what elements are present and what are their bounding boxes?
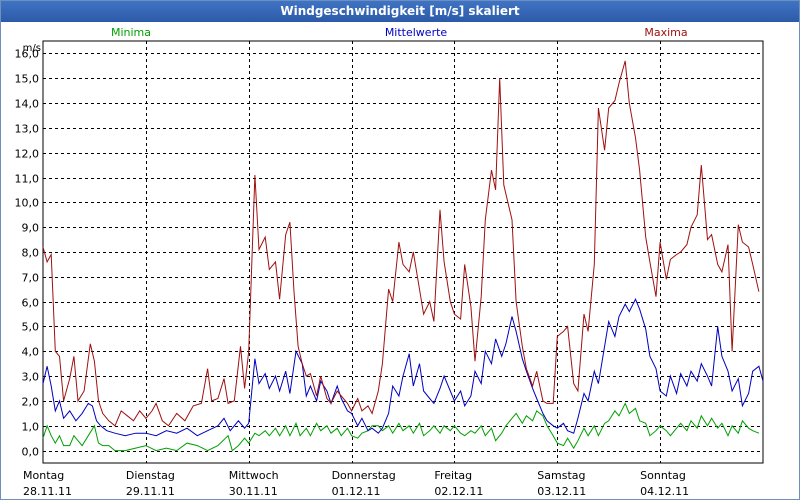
y-tick-label: 2,0 — [22, 396, 40, 409]
y-tick-label: 11,0 — [15, 173, 40, 186]
y-tick-label: 1,0 — [22, 421, 40, 434]
y-tick-label: 10,0 — [15, 197, 40, 210]
chart-window: Windgeschwindigkeit [m/s] skaliert 0,0 1,… — [0, 0, 800, 500]
day-label: Samstag — [537, 469, 585, 482]
date-label: 01.12.11 — [332, 485, 381, 498]
date-label: 29.11.11 — [126, 485, 175, 498]
y-tick-label: 12,0 — [15, 148, 40, 161]
legend-mittelwerte: Mittelwerte — [385, 26, 448, 39]
y-tick-label: 13,0 — [15, 123, 40, 136]
y-tick-label: 4,0 — [22, 346, 40, 359]
day-label: Freitag — [434, 469, 472, 482]
date-label: 02.12.11 — [434, 485, 483, 498]
y-axis-unit-label: m/s — [23, 43, 41, 54]
y-tick-label: 0,0 — [22, 446, 40, 459]
day-label: Montag — [23, 469, 64, 482]
y-tick-label: 9,0 — [22, 222, 40, 235]
date-label: 30.11.11 — [229, 485, 278, 498]
day-label: Mittwoch — [229, 469, 279, 482]
y-tick-label: 5,0 — [22, 321, 40, 334]
y-tick-label: 7,0 — [22, 272, 40, 285]
date-label: 28.11.11 — [23, 485, 72, 498]
y-tick-label: 15,0 — [15, 73, 40, 86]
date-label: 03.12.11 — [537, 485, 586, 498]
y-tick-label: 3,0 — [22, 371, 40, 384]
y-tick-label: 8,0 — [22, 247, 40, 260]
y-tick-label: 14,0 — [15, 98, 40, 111]
legend-maxima: Maxima — [644, 26, 687, 39]
wind-speed-chart: 0,0 1,0 2,0 3,0 4,0 5,0 6,0 7,0 8,0 9,0 10,0 11,0 12… — [15, 26, 764, 498]
y-tick-label: 6,0 — [22, 297, 40, 310]
date-label: 04.12.11 — [640, 485, 689, 498]
day-label: Dienstag — [126, 469, 175, 482]
legend-minima: Minima — [111, 26, 151, 39]
day-label: Donnerstag — [332, 469, 396, 482]
day-label: Sonntag — [640, 469, 686, 482]
